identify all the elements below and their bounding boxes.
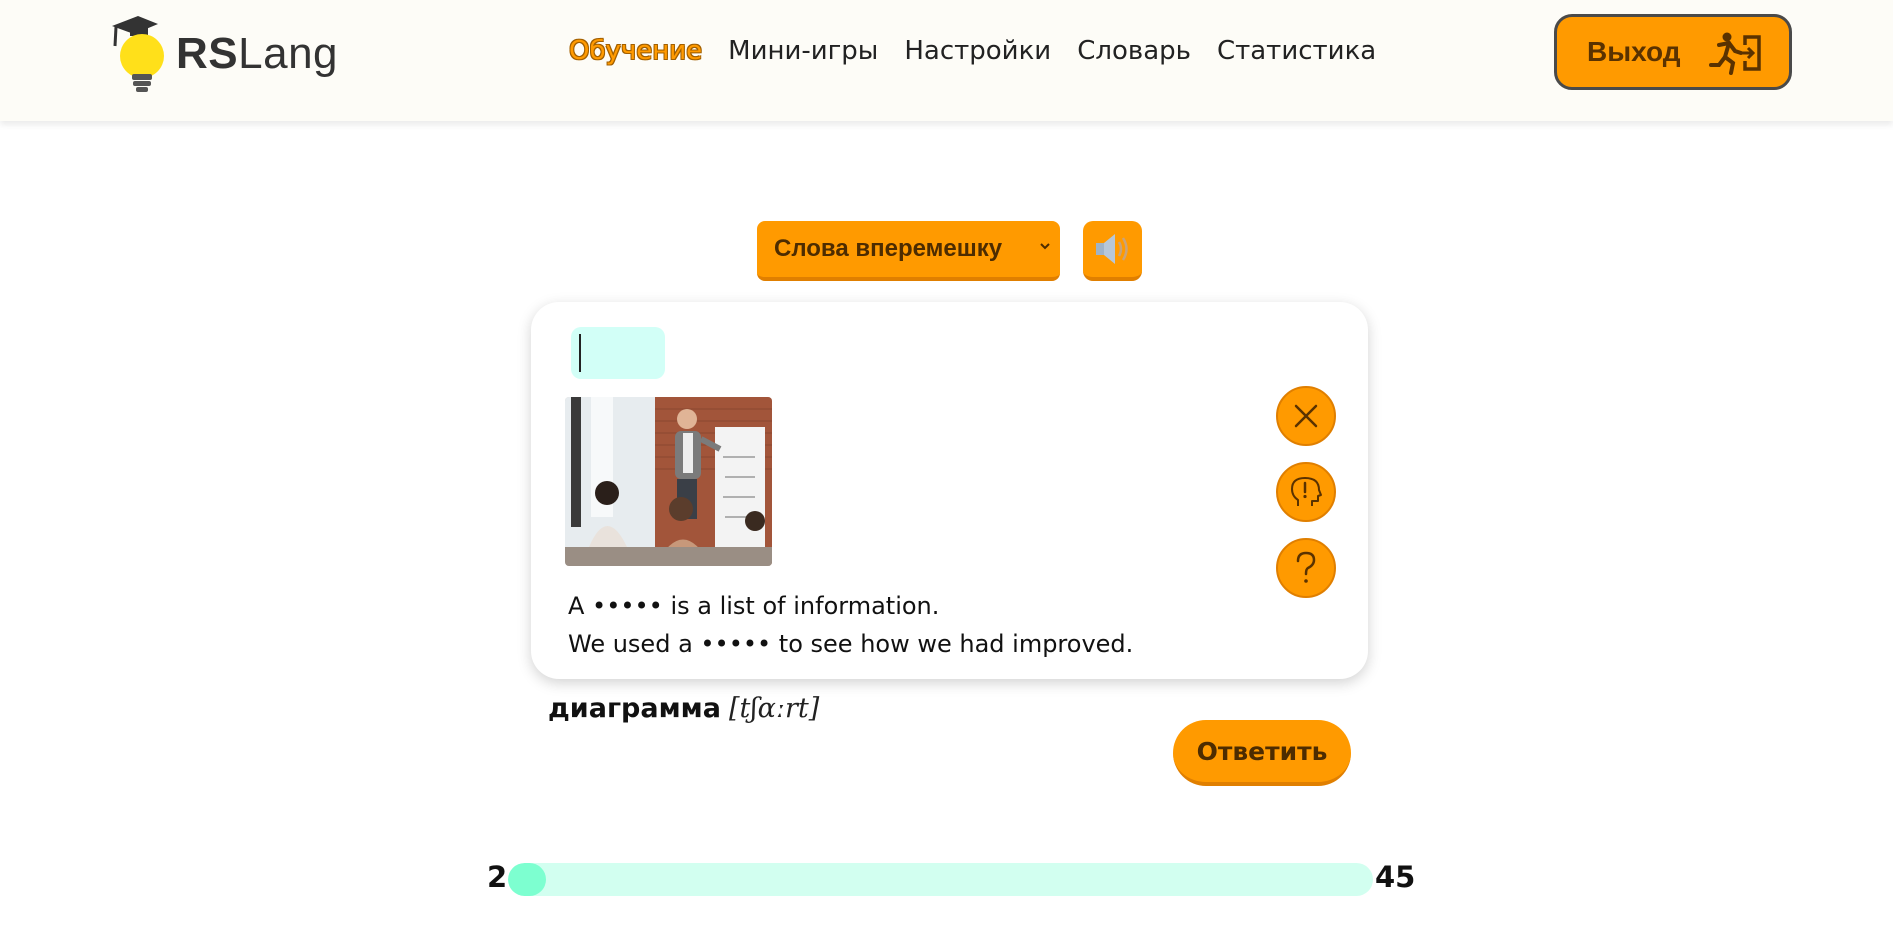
progress-fill [508, 863, 547, 896]
answer-input[interactable] [571, 327, 665, 379]
nav-item-settings[interactable]: Настройки [904, 36, 1051, 66]
skip-button[interactable] [1276, 386, 1336, 446]
example-sentences: A ••••• is a list of information. We use… [568, 587, 1133, 663]
progress-bar [508, 863, 1373, 896]
mode-select-value: Слова вперемешку [774, 235, 1003, 262]
audio-button[interactable] [1083, 221, 1142, 281]
mode-select[interactable]: Слова вперемешку [757, 221, 1060, 281]
example-sentence: A ••••• is a list of information. [568, 592, 940, 620]
logo[interactable]: RSLang [108, 12, 338, 96]
example-sentence: We used a ••••• to see how we had improv… [568, 630, 1134, 658]
nav-item-mini-games[interactable]: Мини-игры [728, 36, 878, 66]
transcription: [tʃɑːrt] [728, 693, 820, 724]
logo-text: RSLang [176, 29, 339, 78]
translation-word: диаграмма [548, 693, 721, 724]
exit-icon [1709, 32, 1761, 75]
nav-item-dictionary[interactable]: Словарь [1077, 36, 1191, 66]
lightbulb-logo-icon [112, 16, 164, 92]
progress-total: 45 [1375, 860, 1416, 894]
progress-current: 2 [487, 860, 508, 894]
nav-item-learning[interactable]: Обучение [569, 36, 702, 66]
nav-item-statistics[interactable]: Статистика [1217, 36, 1376, 66]
logout-button[interactable]: Выход [1554, 14, 1792, 90]
word-card: A ••••• is a list of information. We use… [531, 302, 1368, 679]
hint-head-icon [1291, 477, 1322, 506]
question-icon [1296, 551, 1316, 583]
hint-button[interactable] [1276, 462, 1336, 522]
text-caret [579, 334, 581, 372]
main-nav: Обучение Мини-игры Настройки Словарь Ста… [569, 36, 1376, 66]
help-button[interactable] [1276, 538, 1336, 598]
word-illustration [565, 397, 772, 566]
close-icon [1294, 404, 1318, 428]
app-header: RSLang Обучение Мини-игры Настройки Слов… [0, 0, 1893, 121]
chevron-down-icon [1040, 243, 1050, 250]
logout-label: Выход [1587, 36, 1681, 67]
submit-answer-button[interactable]: Ответить [1173, 720, 1351, 786]
speaker-icon [1095, 234, 1128, 264]
word-translation: диаграмма [tʃɑːrt] [548, 693, 819, 724]
